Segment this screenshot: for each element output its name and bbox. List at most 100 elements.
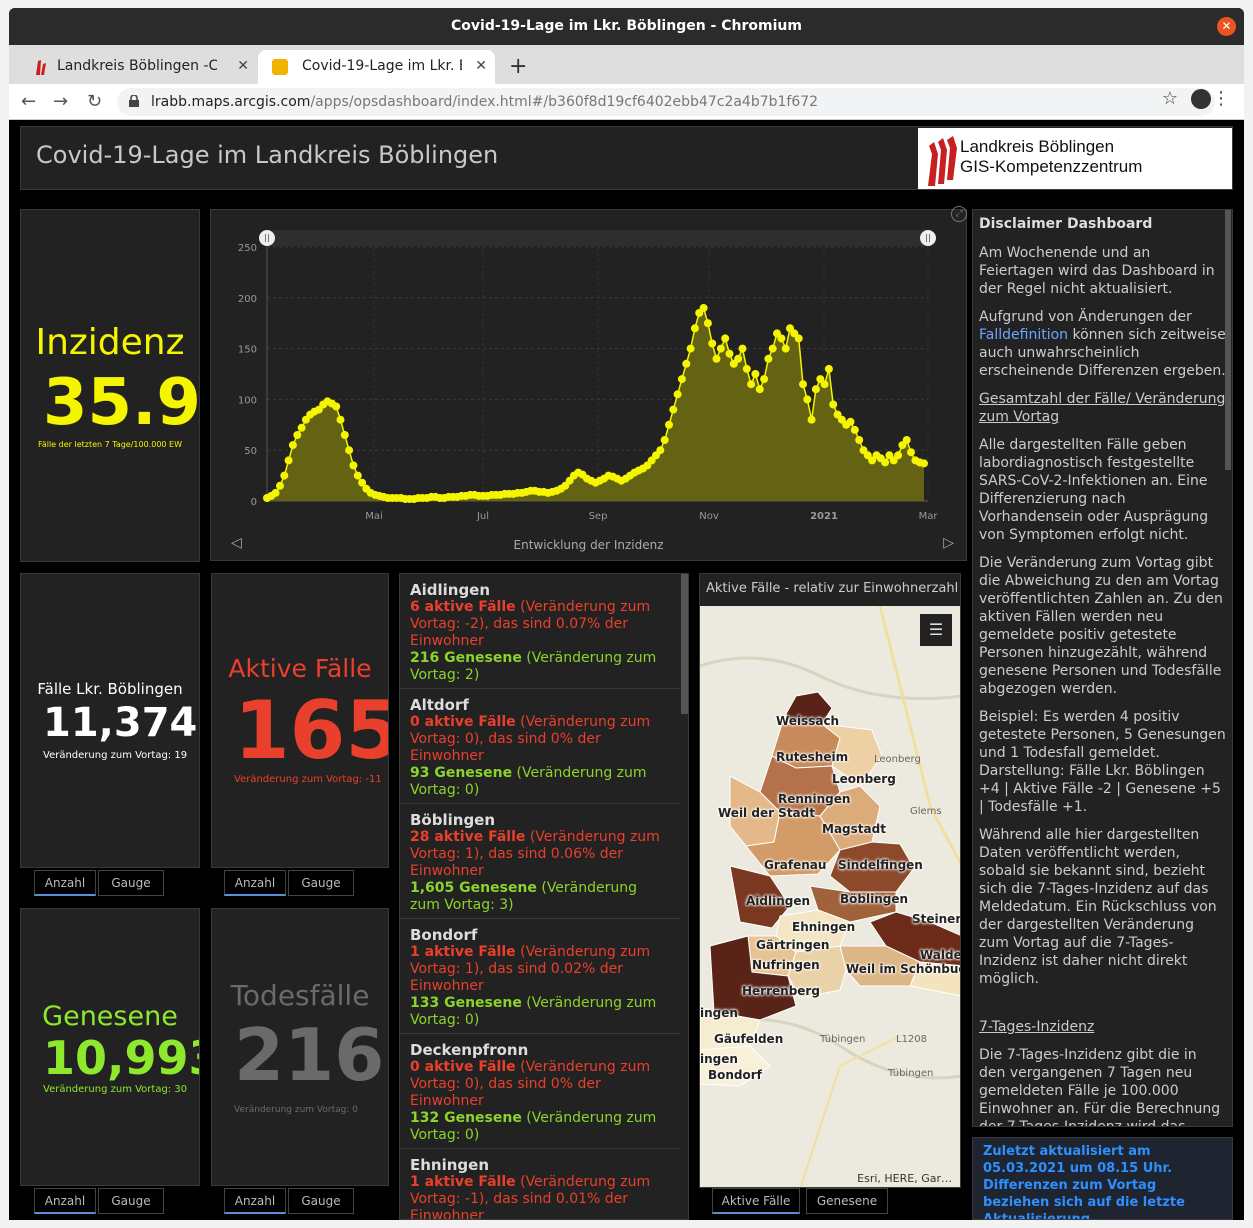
chart-data-point (716, 344, 725, 353)
disclaimer-scrollbar[interactable] (1225, 210, 1231, 470)
aktive-value: 165 (234, 684, 389, 777)
tab-gauge[interactable]: Gauge (288, 870, 354, 896)
list-item[interactable]: Aidlingen 6 aktive Fälle (Veränderung zum… (400, 574, 680, 689)
genesene-indicator: Genesene 10,993 Veränderung zum Vortag: … (20, 908, 200, 1186)
dashboard-page: Covid-19-Lage im Landkreis Böblingen Lan… (9, 121, 1244, 1220)
tab-anzahl[interactable]: Anzahl (224, 1188, 286, 1214)
browser-tab-covid[interactable]: Covid-19-Lage im Lkr. Böb ✕ (258, 50, 495, 84)
map-place-label: Herrenberg (742, 984, 820, 998)
list-item[interactable]: Ehningen 1 aktive Fälle (Veränderung zum … (400, 1149, 680, 1220)
map-place-label: Leonberg (832, 772, 896, 786)
tab-label: Covid-19-Lage im Lkr. Böb (302, 58, 462, 74)
tab-anzahl[interactable]: Anzahl (34, 870, 96, 896)
close-icon[interactable]: ✕ (475, 50, 487, 82)
disclaimer-paragraph: Während alle hier dargestellten Daten ve… (979, 827, 1217, 987)
url-input[interactable]: lrabb.maps.arcgis.com/apps/opsdashboard/… (117, 88, 1215, 116)
map-legend-icon[interactable]: ☰ (920, 614, 952, 646)
gemeinde-name: Deckenpfronn (410, 1041, 529, 1059)
chart-data-point (768, 344, 777, 353)
tab-anzahl[interactable]: Anzahl (34, 1188, 96, 1214)
chart-data-point (669, 405, 678, 414)
chart-data-point (829, 400, 838, 409)
chart-data-point (820, 380, 829, 389)
gemeinde-list: Aidlingen 6 aktive Fälle (Veränderung zum… (399, 573, 689, 1220)
disclaimer-text: Aufgrund von Änderungen der (979, 309, 1192, 325)
aktive-subtitle: Veränderung zum Vortag: -11 (234, 774, 382, 785)
map-place-label: Ehningen (792, 920, 856, 934)
genesene-subtitle: Veränderung zum Vortag: 30 (43, 1084, 188, 1095)
aktive-count: 6 aktive Fälle (410, 599, 516, 615)
aktive-info: 1 aktive Fälle (Veränderung zum Vortag: … (410, 944, 670, 995)
dashboard-favicon-icon (272, 59, 288, 75)
chart-data-point (673, 390, 682, 399)
tab-gauge[interactable]: Gauge (288, 1188, 354, 1214)
chart-data-point (803, 395, 812, 404)
back-arrow-icon[interactable]: ← (21, 88, 36, 116)
map-place-label: Nufringen (752, 958, 820, 972)
todesfaelle-title: Todesfälle (230, 979, 370, 1012)
disclaimer-heading: Gesamtzahl der Fälle/ Veränderung zum Vo… (979, 391, 1226, 425)
lock-icon (129, 95, 139, 107)
chart-data-point (336, 415, 345, 424)
chart-data-point (760, 375, 769, 384)
list-item[interactable]: Altdorf 0 aktive Fälle (Veränderung zum V… (400, 689, 680, 804)
tab-genesene[interactable]: Genesene (806, 1188, 888, 1214)
aktive-count: 0 aktive Fälle (410, 714, 516, 730)
map-place-label: ingen (700, 1006, 738, 1020)
tab-aktive-faelle[interactable]: Aktive Fälle (712, 1188, 800, 1214)
falldefinition-link[interactable]: Falldefinition (979, 327, 1068, 343)
chart-data-point (721, 334, 730, 343)
gemeinde-name: Böblingen (410, 811, 496, 829)
list-item[interactable]: Böblingen 28 aktive Fälle (Veränderung zu… (400, 804, 680, 919)
disclaimer-paragraph: Die Veränderung zum Vortag gibt die Abwe… (979, 555, 1223, 697)
faelle-subtitle: Veränderung zum Vortag: 19 (43, 750, 188, 761)
map-place-label: Renningen (778, 792, 851, 806)
logo-line2: GIS-Kompetenzzentrum (960, 157, 1143, 176)
close-icon[interactable]: ✕ (237, 50, 249, 82)
faelle-indicator: Fälle Lkr. Böblingen 11,374 Veränderung … (20, 573, 200, 868)
disclaimer-paragraph: Am Wochenende und an Feiertagen wird das… (979, 245, 1215, 297)
chart-scroll-right-icon[interactable]: ▷ (943, 535, 954, 551)
bookmark-star-icon[interactable]: ☆ (1162, 88, 1178, 109)
chart-data-point (280, 471, 289, 480)
faelle-title: Fälle Lkr. Böblingen (37, 680, 183, 698)
map-place-label: Steinenb (912, 912, 960, 926)
chart-scroll-left-icon[interactable]: ◁ (231, 535, 242, 551)
disclaimer-title: Disclaimer Dashboard (979, 216, 1153, 232)
disclaimer-paragraph: Beispiel: Es werden 4 positiv getestete … (979, 709, 1226, 815)
map-canvas[interactable]: Weissach Rutesheim Leonberg Renningen Weil d… (700, 606, 960, 1187)
inzidenz-value: 35.9 (43, 366, 200, 440)
map-title: Aktive Fälle - relativ zur Einwohnerzahl (706, 581, 959, 596)
account-avatar-icon[interactable] (1191, 89, 1211, 109)
genesen-info: 133 Genesene (Veränderung zum Vortag: 0) (410, 995, 670, 1029)
inzidenz-chart[interactable]: 0 50 100 150 200 250 Mai Jul Sep Nov 2021 Mar (211, 210, 967, 561)
reload-icon[interactable]: ↻ (87, 88, 102, 116)
chart-data-point (332, 402, 341, 411)
chart-x-tick-label: Mar (919, 511, 939, 522)
logo-line1: Landkreis Böblingen (960, 137, 1115, 156)
disclaimer-heading: 7-Tages-Inzidenz (979, 1019, 1095, 1035)
chart-data-point (288, 441, 297, 450)
list-scrollbar[interactable] (681, 574, 688, 714)
chart-data-point (353, 471, 362, 480)
gemeinde-name: Aidlingen (410, 581, 491, 599)
list-item[interactable]: Deckenpfronn 0 aktive Fälle (Veränderung … (400, 1034, 680, 1149)
fullscreen-icon[interactable]: ⤢ (951, 206, 967, 222)
chart-x-tick-label: 2021 (810, 511, 838, 522)
chart-data-point (794, 334, 803, 343)
tab-anzahl[interactable]: Anzahl (224, 870, 286, 896)
list-item[interactable]: Bondorf 1 aktive Fälle (Veränderung zum V… (400, 919, 680, 1034)
dashboard-header: Covid-19-Lage im Landkreis Böblingen Lan… (20, 126, 1233, 190)
inzidenz-title: Inzidenz (35, 322, 185, 363)
window-close-button[interactable]: ✕ (1217, 17, 1236, 36)
new-tab-button[interactable]: + (509, 50, 527, 84)
chart-x-tick-label: Sep (589, 511, 608, 522)
tab-gauge[interactable]: Gauge (98, 1188, 164, 1214)
browser-tab-landkreis[interactable]: Landkreis Böblingen -Cor ✕ (13, 50, 257, 84)
chart-range-slider (267, 230, 928, 246)
update-line2: Differenzen zum Vortag beziehen sich auf… (983, 1178, 1185, 1220)
tab-gauge[interactable]: Gauge (98, 870, 164, 896)
browser-menu-icon[interactable]: ⋮ (1212, 88, 1230, 109)
faelle-value: 11,374 (43, 700, 198, 746)
forward-arrow-icon[interactable]: → (53, 88, 68, 116)
